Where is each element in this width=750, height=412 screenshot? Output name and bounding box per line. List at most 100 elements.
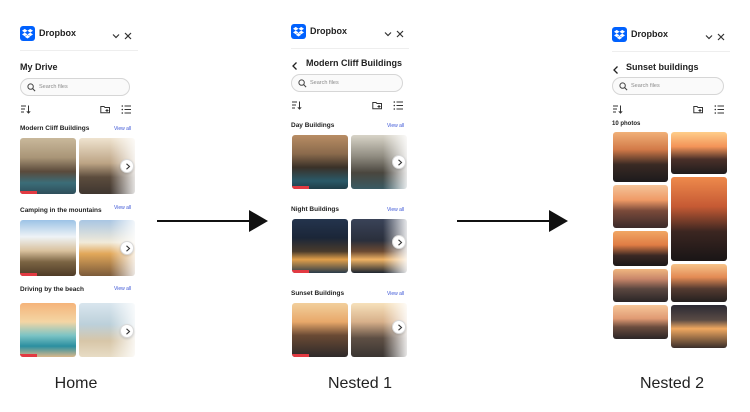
sort-icon[interactable] [20, 102, 31, 114]
new-folder-icon[interactable] [372, 98, 383, 110]
toolbar [291, 98, 409, 110]
progress-bar [20, 354, 37, 357]
close-icon[interactable] [395, 26, 405, 38]
brand-name: Dropbox [631, 29, 668, 39]
photo-thumbnail[interactable] [613, 269, 668, 302]
scroll-right-button[interactable] [392, 155, 406, 169]
photo-thumbnail[interactable] [613, 185, 668, 228]
chevron-down-icon[interactable] [111, 28, 121, 39]
back-arrow-icon[interactable] [612, 62, 620, 74]
section-title: Sunset Buildings [291, 290, 345, 297]
search-input[interactable] [631, 79, 711, 93]
list-view-icon[interactable] [714, 102, 725, 114]
photo-thumbnail[interactable] [613, 132, 668, 182]
view-all-link[interactable]: View all [114, 205, 131, 211]
photo-thumbnail[interactable] [292, 135, 348, 189]
brand-name: Dropbox [310, 26, 347, 36]
scroll-right-button[interactable] [120, 324, 134, 338]
photo-thumbnail[interactable] [671, 132, 727, 174]
photo-thumbnail[interactable] [671, 264, 727, 302]
new-folder-icon[interactable] [100, 102, 111, 114]
scroll-right-button[interactable] [120, 241, 134, 255]
page-title: Sunset buildings [626, 62, 699, 72]
chevron-right-icon [126, 328, 131, 335]
list-view-icon[interactable] [121, 102, 132, 114]
brand-name: Dropbox [39, 28, 76, 38]
chevron-right-icon [398, 239, 403, 246]
section-title: Day Buildings [291, 122, 335, 129]
caption-nested-1: Nested 1 [327, 375, 393, 392]
close-icon[interactable] [716, 29, 726, 41]
chevron-right-icon [398, 159, 403, 166]
section-title: Modern Cliff Buildings [20, 125, 90, 132]
panel-header: Dropbox [291, 24, 409, 46]
chevron-down-icon[interactable] [704, 29, 714, 40]
header-divider [612, 51, 730, 52]
view-all-link[interactable]: View all [387, 207, 404, 213]
page-title-row: Sunset buildings [612, 61, 730, 75]
caption-home: Home [54, 375, 98, 392]
flow-arrow-icon [157, 210, 268, 232]
photo-thumbnail[interactable] [292, 219, 348, 273]
photo-thumbnail[interactable] [292, 303, 348, 357]
photo-thumbnail[interactable] [613, 305, 668, 339]
search-field[interactable] [291, 74, 403, 92]
search-input[interactable] [39, 80, 119, 94]
chevron-right-icon [398, 324, 403, 331]
scroll-right-button[interactable] [120, 159, 134, 173]
view-all-link[interactable]: View all [387, 291, 404, 297]
page-title-row: Modern Cliff Buildings [291, 57, 409, 71]
sort-icon[interactable] [291, 98, 302, 110]
dropbox-logo-icon [20, 26, 35, 41]
scroll-right-button[interactable] [392, 320, 406, 334]
header-divider [291, 48, 409, 49]
search-icon [619, 82, 628, 91]
toolbar [612, 102, 730, 114]
view-all-link[interactable]: View all [387, 123, 404, 129]
chevron-down-icon[interactable] [383, 26, 393, 37]
nested2-panel: Dropbox Sunset buildings 10 photos [612, 27, 730, 353]
toolbar [20, 102, 138, 114]
back-arrow-icon[interactable] [291, 58, 299, 70]
section-title: Driving by the beach [20, 286, 84, 293]
progress-bar [292, 186, 309, 189]
search-field[interactable] [20, 78, 130, 96]
nested1-panel: Dropbox Modern Cliff Buildings Day Build… [291, 24, 409, 360]
photo-thumbnail[interactable] [20, 303, 76, 357]
panel-header: Dropbox [20, 26, 138, 48]
caption-nested-2: Nested 2 [639, 375, 705, 392]
photo-thumbnail[interactable] [671, 177, 727, 261]
search-icon [298, 79, 307, 88]
new-folder-icon[interactable] [693, 102, 704, 114]
header-divider [20, 50, 138, 51]
progress-bar [20, 273, 37, 276]
section-title: Camping in the mountains [20, 207, 102, 214]
search-icon [27, 83, 36, 92]
progress-bar [20, 191, 37, 194]
scroll-right-button[interactable] [392, 235, 406, 249]
progress-bar [292, 354, 309, 357]
search-field[interactable] [612, 77, 724, 95]
sort-icon[interactable] [612, 102, 623, 114]
page-title: My Drive [20, 62, 58, 72]
photo-count: 10 photos [612, 121, 641, 127]
search-input[interactable] [310, 76, 390, 90]
dropbox-logo-icon [291, 24, 306, 39]
chevron-right-icon [126, 163, 131, 170]
close-icon[interactable] [123, 28, 133, 40]
panel-header: Dropbox [612, 27, 730, 49]
chevron-right-icon [126, 245, 131, 252]
home-panel: Dropbox My Drive Modern Cliff Buildings … [20, 26, 138, 362]
photo-thumbnail[interactable] [671, 305, 727, 348]
list-view-icon[interactable] [393, 98, 404, 110]
flow-arrow-icon [457, 210, 568, 232]
progress-bar [292, 270, 309, 273]
view-all-link[interactable]: View all [114, 126, 131, 132]
section-title: Night Buildings [291, 206, 340, 213]
photo-thumbnail[interactable] [613, 231, 668, 266]
page-title: Modern Cliff Buildings [306, 58, 402, 68]
view-all-link[interactable]: View all [114, 286, 131, 292]
dropbox-logo-icon [612, 27, 627, 42]
photo-thumbnail[interactable] [20, 138, 76, 194]
photo-thumbnail[interactable] [20, 220, 76, 276]
